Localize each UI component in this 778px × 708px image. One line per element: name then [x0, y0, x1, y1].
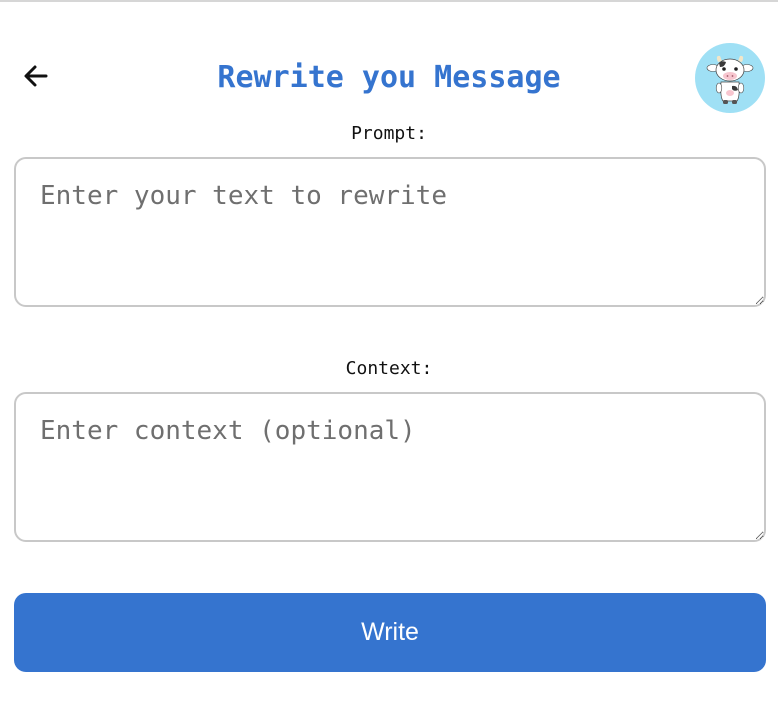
avatar[interactable]: [695, 43, 765, 113]
arrow-left-icon: [24, 65, 48, 87]
back-button[interactable]: [20, 60, 52, 92]
top-divider: [0, 0, 778, 2]
cow-mascot-icon: [706, 55, 754, 104]
prompt-label: Prompt:: [351, 123, 427, 144]
write-button[interactable]: Write: [14, 593, 766, 672]
context-label: Context:: [345, 358, 433, 379]
page-title: Rewrite you Message: [217, 60, 561, 95]
context-textarea[interactable]: [14, 392, 766, 542]
prompt-textarea[interactable]: [14, 157, 766, 307]
